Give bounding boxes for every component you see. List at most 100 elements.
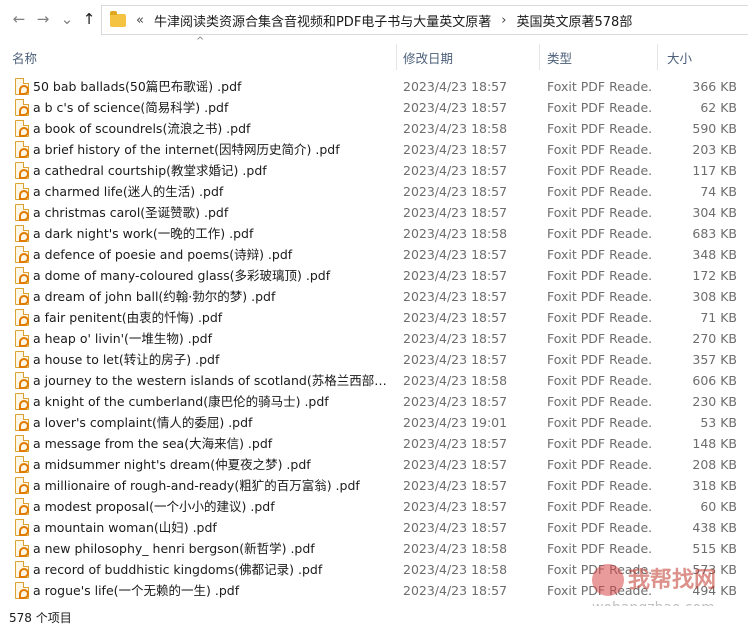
pdf-file-icon (15, 330, 29, 347)
file-size: 53 KB (700, 415, 737, 430)
file-date: 2023/4/23 18:57 (403, 268, 508, 283)
file-date: 2023/4/23 18:58 (403, 562, 508, 577)
file-date: 2023/4/23 18:58 (403, 226, 508, 241)
file-name: a millionaire of rough-and-ready(粗犷的百万富翁… (33, 478, 360, 493)
file-size: 357 KB (692, 352, 737, 367)
file-size: 366 KB (692, 79, 737, 94)
file-date: 2023/4/23 18:58 (403, 541, 508, 556)
file-type: Foxit PDF Reade... (547, 478, 653, 493)
file-date: 2023/4/23 19:01 (403, 415, 508, 430)
navigation-bar: ← → ⌄ ↑ « 牛津阅读类资源合集含音视频和PDF电子书与大量英文原著 › … (0, 0, 748, 40)
breadcrumb-overflow[interactable]: « (136, 13, 144, 28)
file-date: 2023/4/23 18:57 (403, 205, 508, 220)
pdf-file-icon (15, 351, 29, 368)
file-type: Foxit PDF Reade... (547, 415, 653, 430)
pdf-file-icon (15, 372, 29, 389)
file-row[interactable]: a message from the sea(大海来信) .pdf 2023/4/… (0, 433, 748, 454)
file-name: a house to let(转让的房子) .pdf (33, 352, 220, 367)
file-row[interactable]: a knight of the cumberland(康巴伦的骑马士) .pdf… (0, 391, 748, 412)
pdf-file-icon (15, 99, 29, 116)
file-row[interactable]: 50 bab ballads(50篇巴布歌谣) .pdf 2023/4/23 18… (0, 76, 748, 97)
column-divider[interactable] (396, 44, 397, 70)
file-row[interactable]: a brief history of the internet(因特网历史简介)… (0, 139, 748, 160)
file-name: a brief history of the internet(因特网历史简介)… (33, 142, 340, 157)
file-row[interactable]: a fair penitent(由衷的忏悔) .pdf 2023/4/23 18:… (0, 307, 748, 328)
item-count: 578 个项目 (9, 611, 72, 625)
file-size: 172 KB (692, 268, 737, 283)
breadcrumb-separator-icon[interactable]: › (501, 13, 506, 28)
column-divider[interactable] (657, 44, 658, 70)
file-type: Foxit PDF Reade... (547, 352, 653, 367)
up-arrow-icon: ↑ (82, 9, 96, 28)
file-name: a heap o' livin'(一堆生物) .pdf (33, 331, 213, 346)
file-row[interactable]: a dark night's work(一晚的工作) .pdf 2023/4/23… (0, 223, 748, 244)
file-date: 2023/4/23 18:57 (403, 142, 508, 157)
file-type: Foxit PDF Reade... (547, 226, 653, 241)
file-row[interactable]: a heap o' livin'(一堆生物) .pdf 2023/4/23 18:… (0, 328, 748, 349)
file-type: Foxit PDF Reade... (547, 205, 653, 220)
file-name: a journey to the western islands of scot… (33, 373, 395, 388)
file-type: Foxit PDF Reade... (547, 184, 653, 199)
file-row[interactable]: a midsummer night's dream(仲夏夜之梦) .pdf 202… (0, 454, 748, 475)
file-date: 2023/4/23 18:57 (403, 478, 508, 493)
file-type: Foxit PDF Reade... (547, 457, 653, 472)
pdf-file-icon (15, 78, 29, 95)
file-name: a book of scoundrels(流浪之书) .pdf (33, 121, 251, 136)
file-row[interactable]: a mountain woman(山妇) .pdf 2023/4/23 18:57… (0, 517, 748, 538)
column-header-type[interactable]: 类型 (547, 44, 653, 70)
file-row[interactable]: a dream of john ball(约翰·勃尔的梦) .pdf 2023/4… (0, 286, 748, 307)
chevron-down-icon: ⌄ (60, 9, 74, 28)
pdf-file-icon (15, 225, 29, 242)
file-date: 2023/4/23 18:57 (403, 79, 508, 94)
file-list: 50 bab ballads(50篇巴布歌谣) .pdf 2023/4/23 18… (0, 76, 748, 601)
file-row[interactable]: a journey to the western islands of scot… (0, 370, 748, 391)
file-row[interactable]: a millionaire of rough-and-ready(粗犷的百万富翁… (0, 475, 748, 496)
breadcrumb-item[interactable]: 牛津阅读类资源合集含音视频和PDF电子书与大量英文原著 (154, 11, 491, 30)
file-type: Foxit PDF Reade... (547, 268, 653, 283)
file-row[interactable]: a new philosophy_ henri bergson(新哲学) .pd… (0, 538, 748, 559)
file-row[interactable]: a defence of poesie and poems(诗辩) .pdf 20… (0, 244, 748, 265)
file-row[interactable]: a charmed life(迷人的生活) .pdf 2023/4/23 18:5… (0, 181, 748, 202)
file-row[interactable]: a christmas carol(圣诞赞歌) .pdf 2023/4/23 18… (0, 202, 748, 223)
file-row[interactable]: a dome of many-coloured glass(多彩玻璃顶) .pd… (0, 265, 748, 286)
file-size: 230 KB (692, 394, 737, 409)
address-bar[interactable]: « 牛津阅读类资源合集含音视频和PDF电子书与大量英文原著 › 英国英文原著57… (101, 5, 748, 35)
file-name: a dark night's work(一晚的工作) .pdf (33, 226, 254, 241)
file-date: 2023/4/23 18:57 (403, 163, 508, 178)
file-date: 2023/4/23 18:57 (403, 184, 508, 199)
file-name: 50 bab ballads(50篇巴布歌谣) .pdf (33, 79, 242, 94)
file-date: 2023/4/23 18:57 (403, 436, 508, 451)
file-row[interactable]: a house to let(转让的房子) .pdf 2023/4/23 18:5… (0, 349, 748, 370)
column-header-name[interactable]: 名称 (12, 44, 396, 70)
recent-locations-button[interactable]: ⌄ (57, 9, 77, 29)
file-type: Foxit PDF Reade... (547, 499, 653, 514)
file-date: 2023/4/23 18:57 (403, 100, 508, 115)
back-arrow-icon: ← (12, 9, 26, 28)
file-name: a lover's complaint(情人的委屈) .pdf (33, 415, 253, 430)
file-row[interactable]: a modest proposal(一个小小的建议) .pdf 2023/4/23… (0, 496, 748, 517)
column-header-date[interactable]: 修改日期 (403, 44, 539, 70)
column-divider[interactable] (539, 44, 540, 70)
pdf-file-icon (15, 309, 29, 326)
file-type: Foxit PDF Reade... (547, 142, 653, 157)
up-button[interactable]: ↑ (79, 9, 99, 29)
file-row[interactable]: a b c's of science(简易科学) .pdf 2023/4/23 1… (0, 97, 748, 118)
file-type: Foxit PDF Reade... (547, 310, 653, 325)
file-size: 74 KB (700, 184, 737, 199)
file-date: 2023/4/23 18:58 (403, 373, 508, 388)
file-type: Foxit PDF Reade... (547, 121, 653, 136)
back-button[interactable]: ← (9, 9, 29, 29)
file-date: 2023/4/23 18:57 (403, 499, 508, 514)
forward-button[interactable]: → (33, 9, 53, 29)
file-size: 60 KB (700, 499, 737, 514)
column-header-size[interactable]: 大小 (667, 44, 737, 70)
file-type: Foxit PDF Reade... (547, 436, 653, 451)
file-row[interactable]: a lover's complaint(情人的委屈) .pdf 2023/4/23… (0, 412, 748, 433)
file-size: 308 KB (692, 289, 737, 304)
file-row[interactable]: a book of scoundrels(流浪之书) .pdf 2023/4/23… (0, 118, 748, 139)
file-name: a mountain woman(山妇) .pdf (33, 520, 217, 535)
file-name: a rogue's life(一个无赖的一生) .pdf (33, 583, 240, 598)
file-row[interactable]: a cathedral courtship(教堂求婚记) .pdf 2023/4/… (0, 160, 748, 181)
file-size: 515 KB (692, 541, 737, 556)
breadcrumb-item-current[interactable]: 英国英文原著578部 (517, 11, 633, 30)
